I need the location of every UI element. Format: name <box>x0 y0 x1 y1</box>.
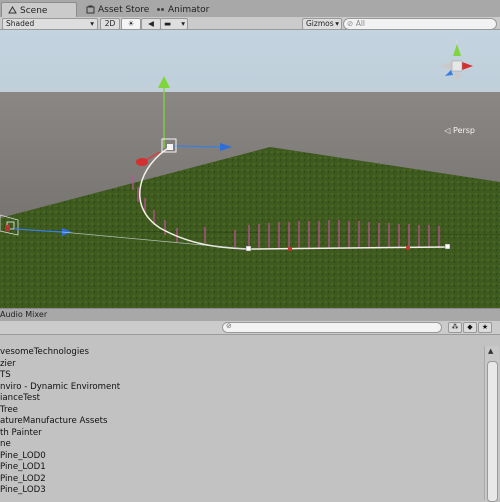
tab-animator-label: Animator <box>168 4 210 15</box>
tree-item[interactable]: TS <box>0 370 11 382</box>
tree-item[interactable]: Pine_LOD2 <box>0 474 46 486</box>
image-icon: ▬ <box>164 19 172 28</box>
spline-handle-marker[interactable] <box>406 246 410 250</box>
toggle-2d-button[interactable]: 2D <box>100 18 120 30</box>
tree-item[interactable]: Pine_LOD0 <box>0 451 46 463</box>
spline-point[interactable] <box>245 245 252 252</box>
scene-toolbar: Shaded ▾ 2D ☀ ◀ ▬ ▾ Gizmos ▾ ⊘ All <box>0 17 500 30</box>
tab-animator[interactable]: Animator <box>150 2 215 17</box>
speaker-icon: ◀ <box>148 19 154 28</box>
animator-icon <box>156 5 165 14</box>
tab-scene-label: Scene <box>20 5 48 16</box>
dropdown-arrow-icon: ▾ <box>335 19 339 28</box>
scene-audio-button[interactable]: ◀ <box>141 18 161 30</box>
tree-item[interactable]: atureManufacture Assets <box>0 416 107 428</box>
star-icon: ★ <box>481 323 489 331</box>
hierarchy-scrollbar[interactable]: ▲ <box>484 346 499 502</box>
label-icon: ◆ <box>467 323 473 331</box>
scene-viewport[interactable]: y ◁ Persp <box>0 30 500 308</box>
tree-item[interactable]: Pine_LOD3 <box>0 485 46 497</box>
dropdown-arrow-icon: ▾ <box>181 19 185 28</box>
tab-asset-store[interactable]: Asset Store <box>80 2 155 17</box>
toggle-2d-label: 2D <box>104 19 116 28</box>
filter-icon: ⁂ <box>451 323 459 331</box>
search-icon: ⊘ <box>226 322 232 330</box>
gizmos-label: Gizmos <box>306 19 334 28</box>
persp-icon: ◁ <box>444 126 451 135</box>
dropdown-arrow-icon: ▾ <box>90 19 94 28</box>
sun-icon: ☀ <box>127 19 135 28</box>
hierarchy-toolbar: ⊘ ⁂ ◆ ★ <box>0 321 500 335</box>
shading-mode-dropdown[interactable]: Shaded ▾ <box>2 18 98 30</box>
projection-toggle[interactable]: ◁ Persp <box>444 126 475 135</box>
scene-search-input[interactable]: ⊘ All <box>343 18 497 30</box>
hierarchy-tree: vesomeTechnologies zier TS nviro - Dynam… <box>0 336 484 500</box>
gizmo-y-label: y <box>455 37 459 44</box>
scene-effects-dropdown[interactable]: ▬ ▾ <box>160 18 188 30</box>
filter-type-button[interactable]: ⁂ <box>448 322 462 333</box>
red-axis-marker <box>5 225 10 231</box>
selected-object-center[interactable] <box>167 144 173 150</box>
audio-mixer-tab[interactable]: Audio Mixer <box>0 310 47 319</box>
tree-item[interactable]: Tree <box>0 405 18 417</box>
audio-mixer-tab-bar: Audio Mixer <box>0 308 500 321</box>
tab-asset-store-label: Asset Store <box>98 4 150 15</box>
scene-icon <box>8 6 17 15</box>
gizmos-dropdown[interactable]: Gizmos ▾ <box>302 18 342 30</box>
scroll-up-arrow-icon[interactable]: ▲ <box>488 347 493 355</box>
tree-item[interactable]: Pine_LOD1 <box>0 462 46 474</box>
window-tab-bar: Scene Asset Store Animator <box>0 0 500 18</box>
gizmo-center-cube[interactable] <box>451 60 463 72</box>
tree-item[interactable]: nviro - Dynamic Enviroment <box>0 382 120 394</box>
tree-item[interactable]: ianceTest <box>0 393 40 405</box>
search-icon: ⊘ <box>347 19 354 28</box>
tree-item[interactable]: vesomeTechnologies <box>0 347 89 359</box>
tree-item[interactable]: ne <box>0 439 11 451</box>
tree-item[interactable]: th Painter <box>0 428 42 440</box>
scene-canvas[interactable]: y <box>0 30 500 308</box>
spline-point[interactable] <box>444 243 451 250</box>
scene-lighting-button[interactable]: ☀ <box>121 18 141 30</box>
shading-mode-label: Shaded <box>6 19 35 28</box>
projection-label: Persp <box>453 126 475 135</box>
scene-search-placeholder: All <box>355 19 365 28</box>
move-handle-x-arrow[interactable] <box>136 158 148 166</box>
filter-label-button[interactable]: ◆ <box>463 322 477 333</box>
favorite-button[interactable]: ★ <box>478 322 492 333</box>
hierarchy-search-input[interactable]: ⊘ <box>222 322 442 333</box>
tab-scene[interactable]: Scene <box>1 2 77 18</box>
store-icon <box>86 5 95 14</box>
scrollbar-thumb[interactable] <box>487 361 498 502</box>
spline-handle-marker[interactable] <box>288 247 292 251</box>
tree-item[interactable]: zier <box>0 359 16 371</box>
